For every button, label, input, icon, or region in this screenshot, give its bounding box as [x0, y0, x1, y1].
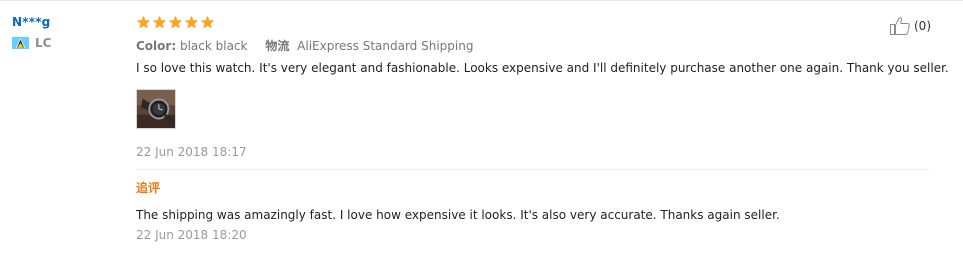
star-icon [168, 15, 183, 28]
helpful-button[interactable]: (0) [889, 16, 931, 36]
helpful-count: (0) [914, 19, 931, 33]
star-icon [184, 15, 199, 28]
review-date: 22 Jun 2018 18:17 [136, 145, 247, 159]
followup-date: 22 Jun 2018 18:20 [136, 228, 247, 242]
buyer-name[interactable]: N***g [12, 14, 122, 30]
logistics-value: AliExpress Standard Shipping [297, 39, 474, 53]
followup-divider [136, 169, 929, 170]
followup-heading: 追评 [136, 181, 161, 195]
logistics-info: 物流 AliExpress Standard Shipping [265, 39, 473, 53]
order-info: Color: black black 物流 AliExpress Standar… [136, 38, 936, 54]
star-icon [136, 15, 151, 28]
followup-text: The shipping was amazingly fast. I love … [136, 208, 780, 222]
watch-photo-thumbnail[interactable] [136, 89, 176, 129]
thumbs-up-icon[interactable] [889, 16, 911, 36]
review-content: Color: black black 物流 AliExpress Standar… [136, 13, 949, 243]
star-icon [200, 15, 215, 28]
buyer-info: N***g LC [12, 14, 122, 50]
review-text: I so love this watch. It's very elegant … [136, 61, 949, 75]
top-divider [0, 0, 963, 1]
buyer-country: LC [12, 36, 122, 50]
star-icon [152, 15, 167, 28]
saint-lucia-flag-icon [12, 37, 29, 49]
color-label: Color: [136, 39, 177, 53]
country-code: LC [35, 36, 52, 50]
color-value: black black [179, 39, 248, 53]
star-rating [136, 13, 936, 31]
logistics-label: 物流 [265, 39, 290, 53]
